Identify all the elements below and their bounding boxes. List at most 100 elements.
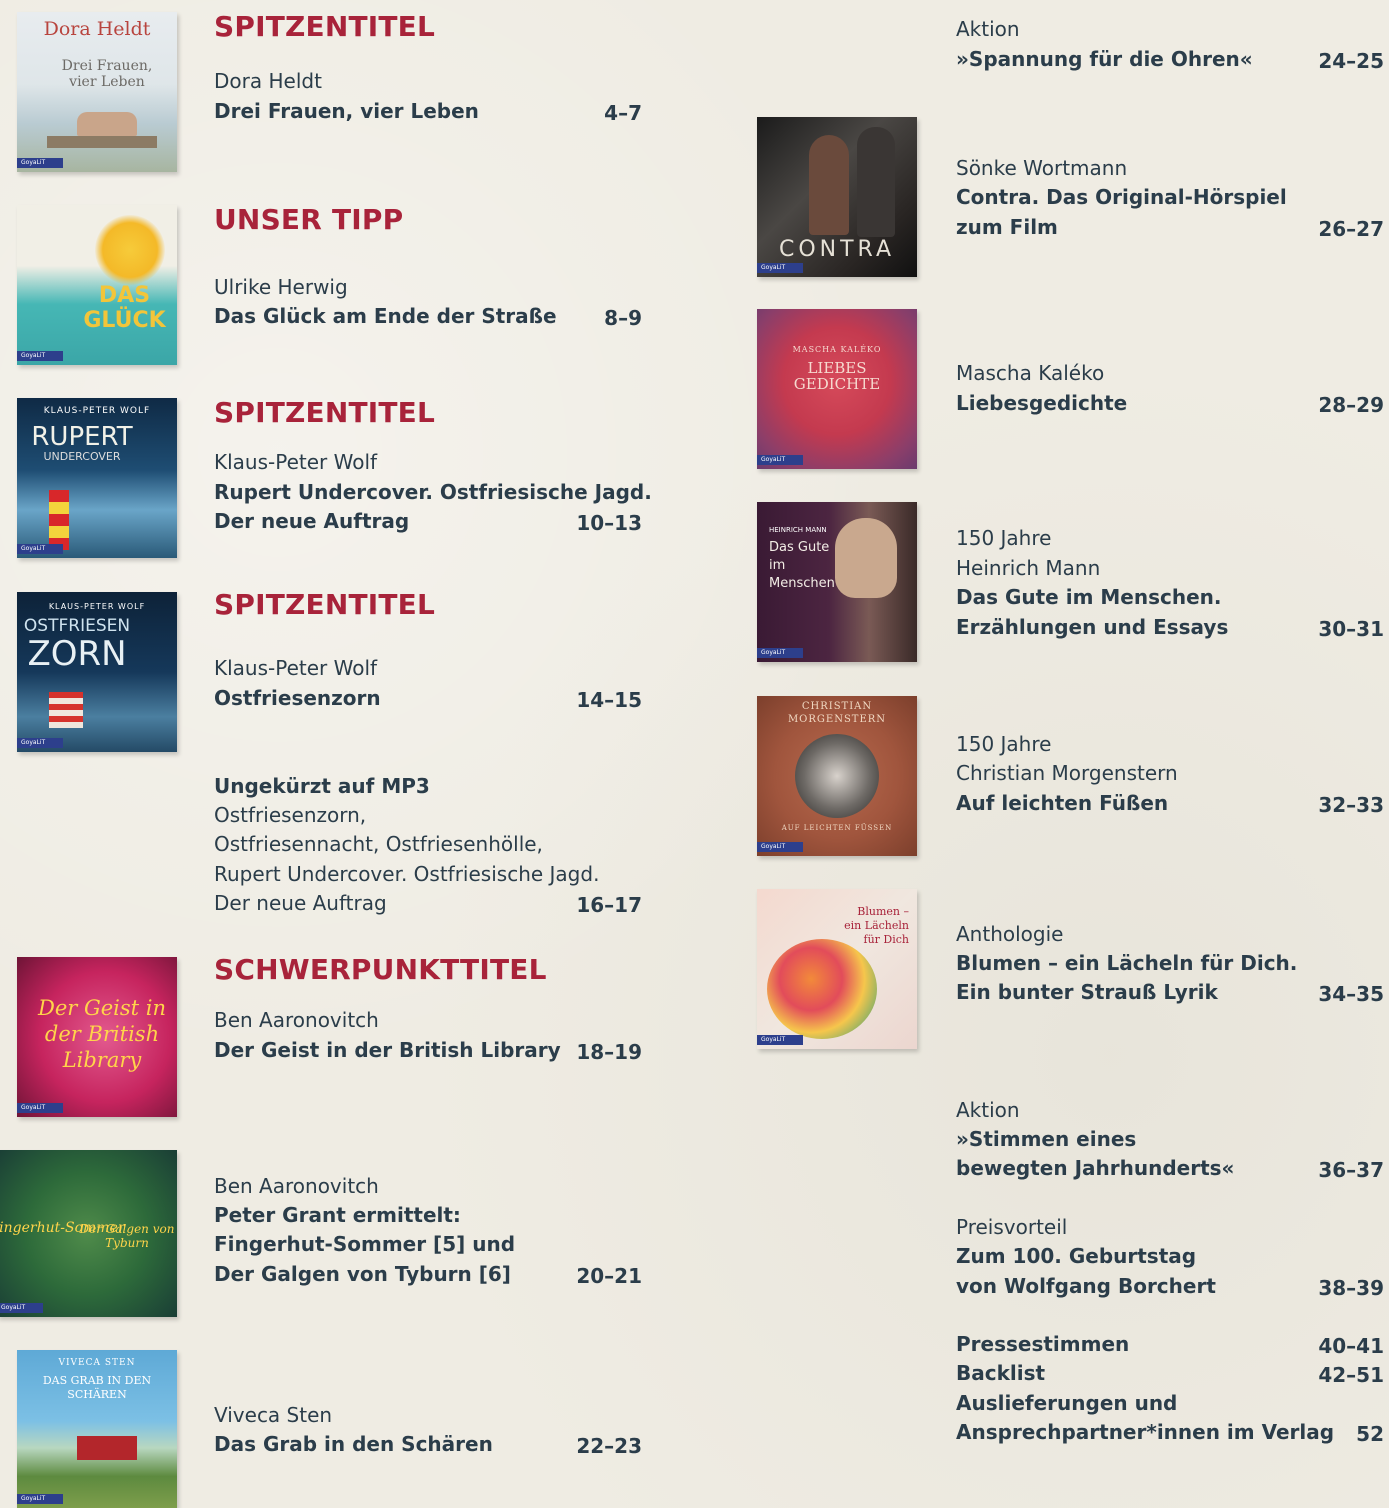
publisher-logo: GoyaLiT xyxy=(17,158,63,168)
title-blumen-2[interactable]: Ein bunter Strauß Lyrik xyxy=(956,978,1218,1008)
page-range-32-33[interactable]: 32–33 xyxy=(1318,793,1384,817)
publisher-logo: GoyaLiT xyxy=(757,455,803,465)
cover-herwig[interactable]: DAS GLÜCK GoyaLiT xyxy=(17,205,177,365)
page-range-34-35[interactable]: 34–35 xyxy=(1318,982,1384,1006)
cover-rupert[interactable]: KLAUS-PETER WOLF RUPERT UNDERCOVER GoyaL… xyxy=(17,398,177,558)
cover-dora-heldt[interactable]: Dora Heldt Drei Frauen, vier Leben GoyaL… xyxy=(17,12,177,172)
title-liebesgedichte[interactable]: Liebesgedichte xyxy=(956,389,1127,419)
author-viveca-sten: Viveca Sten xyxy=(214,1403,333,1427)
page-range-36-37[interactable]: 36–37 xyxy=(1318,1158,1384,1182)
label-150-jahre-1: 150 Jahre xyxy=(956,526,1052,550)
cover-title-1: Das Gute xyxy=(769,540,830,555)
publisher-logo: GoyaLiT xyxy=(757,1035,803,1045)
title-stimmen-2[interactable]: bewegten Jahrhunderts« xyxy=(956,1154,1234,1184)
author-ben-aaronovitch-1: Ben Aaronovitch xyxy=(214,1008,379,1032)
cover-blumen[interactable]: Blumen – ein Lächeln für Dich GoyaLiT xyxy=(757,889,917,1049)
cover-ostfriesenzorn[interactable]: KLAUS-PETER WOLF OSTFRIESEN ZORN GoyaLiT xyxy=(17,592,177,752)
page-range-24-25[interactable]: 24–25 xyxy=(1318,49,1384,73)
section-heading-spitzentitel-2: SPITZENTITEL xyxy=(214,396,436,429)
page-range-14-15[interactable]: 14–15 xyxy=(576,688,642,712)
cover-title-3: für Dich xyxy=(863,933,910,946)
author-klaus-peter-wolf-2: Klaus-Peter Wolf xyxy=(214,656,378,680)
page-range-26-27[interactable]: 26–27 xyxy=(1318,217,1384,241)
cover-title: AUF LEICHTEN FÜSSEN xyxy=(781,824,893,832)
cover-morgenstern[interactable]: CHRISTIAN MORGENSTERN AUF LEICHTEN FÜSSE… xyxy=(757,696,917,856)
cover-title: Der Geist in der British Library xyxy=(37,996,167,1072)
title-contra-1[interactable]: Contra. Das Original-Hörspiel xyxy=(956,183,1287,213)
title-auslieferungen-1[interactable]: Auslieferungen und xyxy=(956,1389,1177,1419)
title-ostfriesenzorn[interactable]: Ostfriesenzorn xyxy=(214,684,381,714)
publisher-logo: GoyaLiT xyxy=(757,842,803,852)
title-gute-menschen-1[interactable]: Das Gute im Menschen. xyxy=(956,583,1221,613)
page-range-10-13[interactable]: 10–13 xyxy=(576,511,642,535)
mp3-line-1: Ostfriesenzorn, xyxy=(214,803,367,827)
cover-author: KLAUS-PETER WOLF xyxy=(43,406,151,416)
page-range-4-7[interactable]: 4–7 xyxy=(604,101,642,125)
cover-fingerhut-tyburn[interactable]: Fingerhut-Sommer Der Galgen von Tyburn G… xyxy=(0,1150,177,1317)
cover-contra[interactable]: CONTRA GoyaLiT xyxy=(757,117,917,277)
label-aktion-1: Aktion xyxy=(956,17,1020,41)
publisher-logo: GoyaLiT xyxy=(0,1303,43,1313)
title-blumen-1[interactable]: Blumen – ein Lächeln für Dich. xyxy=(956,949,1297,979)
title-glueck[interactable]: Das Glück am Ende der Straße xyxy=(214,302,557,332)
title-leichten-fuessen[interactable]: Auf leichten Füßen xyxy=(956,789,1168,819)
page-range-16-17[interactable]: 16–17 xyxy=(576,893,642,917)
title-rupert-undercover-2[interactable]: Der neue Auftrag xyxy=(214,507,409,537)
section-heading-spitzentitel-3: SPITZENTITEL xyxy=(214,588,436,621)
publisher-logo: GoyaLiT xyxy=(17,1494,63,1504)
title-peter-grant-3[interactable]: Der Galgen von Tyburn [6] xyxy=(214,1260,511,1290)
cover-title-2: GEDICHTE xyxy=(793,375,881,393)
page-52[interactable]: 52 xyxy=(1356,1422,1384,1446)
page-range-38-39[interactable]: 38–39 xyxy=(1318,1276,1384,1300)
title-pressestimmen[interactable]: Pressestimmen xyxy=(956,1330,1129,1360)
cover-flowers xyxy=(767,939,877,1039)
label-preisvorteil: Preisvorteil xyxy=(956,1215,1068,1239)
label-aktion-2: Aktion xyxy=(956,1098,1020,1122)
title-borchert-1[interactable]: Zum 100. Geburtstag xyxy=(956,1242,1196,1272)
cover-portrait-medallion xyxy=(795,734,879,818)
title-contra-2[interactable]: zum Film xyxy=(956,213,1058,243)
title-auslieferungen-2[interactable]: Ansprechpartner*innen im Verlag xyxy=(956,1418,1334,1448)
page-range-28-29[interactable]: 28–29 xyxy=(1318,393,1384,417)
section-heading-unser-tipp: UNSER TIPP xyxy=(214,203,404,236)
page-range-40-41[interactable]: 40–41 xyxy=(1318,1334,1384,1358)
title-spannung-ohren[interactable]: »Spannung für die Ohren« xyxy=(956,45,1253,75)
mp3-line-2: Ostfriesennacht, Ostfriesenhölle, xyxy=(214,832,543,856)
cover-title-1: Blumen – xyxy=(857,905,909,918)
cover-title-2: im xyxy=(769,558,786,573)
page-range-22-23[interactable]: 22–23 xyxy=(576,1434,642,1458)
publisher-logo: GoyaLiT xyxy=(757,648,803,658)
cover-heinrich-mann[interactable]: HEINRICH MANN Das Gute im Menschen GoyaL… xyxy=(757,502,917,662)
page-range-18-19[interactable]: 18–19 xyxy=(576,1040,642,1064)
title-ungekuerzt-mp3[interactable]: Ungekürzt auf MP3 xyxy=(214,772,430,802)
author-mascha-kaleko: Mascha Kaléko xyxy=(956,361,1105,385)
cover-kaleko[interactable]: MASCHA KALÉKO LIEBES GEDICHTE GoyaLiT xyxy=(757,309,917,469)
title-geist-british-library[interactable]: Der Geist in der British Library xyxy=(214,1036,561,1066)
publisher-logo: GoyaLiT xyxy=(17,544,63,554)
cover-figures xyxy=(77,112,137,136)
title-rupert-undercover-1[interactable]: Rupert Undercover. Ostfriesische Jagd. xyxy=(214,478,652,508)
publisher-logo: GoyaLiT xyxy=(17,738,63,748)
page-range-42-51[interactable]: 42–51 xyxy=(1318,1363,1384,1387)
title-grab-schaeren[interactable]: Das Grab in den Schären xyxy=(214,1430,493,1460)
title-peter-grant-1[interactable]: Peter Grant ermittelt: xyxy=(214,1201,461,1231)
title-backlist[interactable]: Backlist xyxy=(956,1359,1045,1389)
title-borchert-2[interactable]: von Wolfgang Borchert xyxy=(956,1272,1216,1302)
title-gute-menschen-2[interactable]: Erzählungen und Essays xyxy=(956,613,1228,643)
author-heinrich-mann: Heinrich Mann xyxy=(956,556,1101,580)
cover-geist[interactable]: Der Geist in der British Library GoyaLiT xyxy=(17,957,177,1117)
page-range-8-9[interactable]: 8–9 xyxy=(604,306,642,330)
cover-red-house xyxy=(77,1436,137,1460)
cover-author: VIVECA STEN xyxy=(58,1358,136,1368)
mp3-line-4: Der neue Auftrag xyxy=(214,891,387,915)
cover-sten[interactable]: VIVECA STEN DAS GRAB IN DEN SCHÄREN Goya… xyxy=(17,1350,177,1508)
page-range-30-31[interactable]: 30–31 xyxy=(1318,617,1384,641)
page-range-20-21[interactable]: 20–21 xyxy=(576,1264,642,1288)
title-peter-grant-2[interactable]: Fingerhut-Sommer [5] und xyxy=(214,1230,515,1260)
title-stimmen-1[interactable]: »Stimmen eines xyxy=(956,1125,1136,1155)
title-drei-frauen[interactable]: Drei Frauen, vier Leben xyxy=(214,97,479,127)
cover-title: DAS GLÜCK xyxy=(83,283,166,333)
cover-portrait-woman xyxy=(809,135,849,235)
label-anthologie: Anthologie xyxy=(956,922,1064,946)
cover-title: CONTRA xyxy=(778,237,896,262)
